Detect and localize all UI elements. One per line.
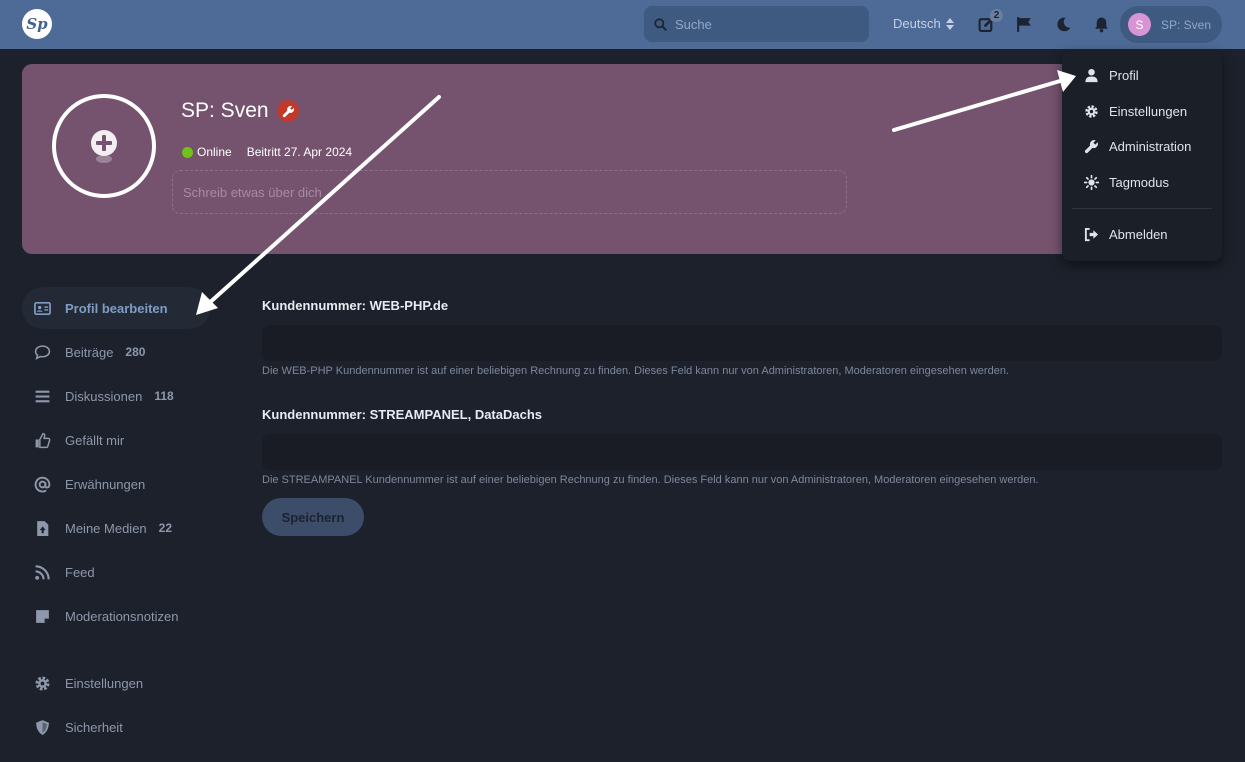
menu-item-logout[interactable]: Abmelden xyxy=(1084,227,1168,242)
at-icon xyxy=(34,476,51,492)
menu-item-profile[interactable]: Profil xyxy=(1084,68,1139,83)
avatar: S xyxy=(1128,13,1151,36)
sidebar-item-count: 280 xyxy=(125,345,146,359)
user-dropdown-menu: Profil Einstellungen Administration Tagm… xyxy=(1062,51,1222,261)
sidebar-item-label: Gefällt mir xyxy=(65,432,125,448)
menu-item-label: Profil xyxy=(1109,68,1139,83)
sidebar-item-posts[interactable]: Beiträge 280 xyxy=(22,331,210,373)
sidebar-item-label: Erwähnungen xyxy=(65,476,146,492)
save-button[interactable]: Speichern xyxy=(262,498,364,536)
sidebar-item-label: Diskussionen xyxy=(65,388,143,404)
moon-icon xyxy=(1056,16,1070,31)
notifications-button[interactable] xyxy=(1091,14,1111,34)
menu-item-label: Administration xyxy=(1109,139,1192,154)
theme-toggle-button[interactable] xyxy=(1053,14,1073,34)
top-header: Sp Suche Deutsch 2 S SP: Sven xyxy=(0,0,1245,49)
file-upload-icon xyxy=(37,520,49,536)
sidebar-item-moderation-notes[interactable]: Moderationsnotizen xyxy=(22,595,210,637)
user-menu-button[interactable]: S SP: Sven xyxy=(1120,6,1222,43)
field-label-streampanel: Kundennummer: STREAMPANEL, DataDachs xyxy=(262,407,543,422)
gear-icon xyxy=(35,675,50,691)
thumbs-up-icon xyxy=(35,432,51,448)
search-input[interactable]: Suche xyxy=(644,6,869,42)
shield-icon xyxy=(36,719,49,735)
logout-icon xyxy=(1084,227,1099,242)
field-help-streampanel: Die STREAMPANEL Kundennummer ist auf ein… xyxy=(262,474,1039,486)
menu-item-administration[interactable]: Administration xyxy=(1084,139,1191,154)
sidebar-item-label: Sicherheit xyxy=(65,719,123,735)
sun-icon xyxy=(1084,175,1099,190)
sidebar-item-settings[interactable]: Einstellungen xyxy=(22,662,210,704)
sidebar-item-feed[interactable]: Feed xyxy=(22,551,210,593)
search-icon xyxy=(654,17,667,31)
menu-item-settings[interactable]: Einstellungen xyxy=(1084,104,1187,119)
flag-icon xyxy=(1016,16,1031,32)
online-dot xyxy=(182,146,193,158)
profile-name: SP: Sven xyxy=(181,99,269,122)
comment-icon xyxy=(34,344,51,360)
upload-avatar-icon xyxy=(91,130,117,163)
sidebar-item-count: 22 xyxy=(158,521,173,535)
language-label: Deutsch xyxy=(893,16,941,31)
sidebar-item-count: 118 xyxy=(154,389,174,403)
profile-avatar-upload[interactable] xyxy=(52,94,156,198)
sidebar-item-label: Moderationsnotizen xyxy=(65,608,179,624)
bio-placeholder: Schreib etwas über dich xyxy=(183,184,322,200)
field-label-webphp: Kundennummer: WEB-PHP.de xyxy=(262,298,449,313)
user-icon xyxy=(1085,68,1098,83)
site-logo[interactable]: Sp xyxy=(22,9,52,39)
wrench-icon xyxy=(1084,140,1098,154)
wrench-icon xyxy=(282,105,294,117)
joined-date: Beitritt 27. Apr 2024 xyxy=(246,145,353,159)
menu-item-label: Tagmodus xyxy=(1109,175,1169,190)
customer-number-streampanel-input[interactable] xyxy=(262,434,1222,470)
online-status: Online xyxy=(197,145,232,159)
sidebar-item-edit-profile[interactable]: Profil bearbeiten xyxy=(22,287,210,329)
flags-button[interactable] xyxy=(1014,14,1034,34)
gear-icon xyxy=(1085,105,1098,118)
list-icon xyxy=(35,390,50,402)
admin-badge xyxy=(277,100,299,122)
customer-number-webphp-input[interactable] xyxy=(262,325,1222,361)
bell-icon xyxy=(1094,17,1108,32)
sidebar-item-label: Meine Medien xyxy=(65,520,147,536)
sidebar-item-discussions[interactable]: Diskussionen 118 xyxy=(22,375,210,417)
sidebar-item-security[interactable]: Sicherheit xyxy=(22,706,210,748)
sidebar-item-label: Profil bearbeiten xyxy=(65,300,168,316)
profile-hero: SP: Sven Online Beitritt 27. Apr 2024 Sc… xyxy=(22,64,1222,254)
id-card-icon xyxy=(34,301,51,315)
language-select[interactable]: Deutsch xyxy=(893,16,954,31)
field-help-webphp: Die WEB-PHP Kundennummer ist auf einer b… xyxy=(262,365,1010,377)
sidebar-item-my-media[interactable]: Meine Medien 22 xyxy=(22,507,210,549)
menu-divider xyxy=(1072,208,1212,209)
menu-item-label: Abmelden xyxy=(1109,227,1168,242)
sidebar-item-likes[interactable]: Gefällt mir xyxy=(22,419,210,461)
menu-item-day-mode[interactable]: Tagmodus xyxy=(1084,175,1169,190)
sidebar-item-label: Feed xyxy=(65,564,95,580)
drafts-count-badge: 2 xyxy=(989,8,1004,23)
sort-icon xyxy=(945,17,954,30)
sticky-note-icon xyxy=(36,609,49,623)
status-row: Online Beitritt 27. Apr 2024 xyxy=(182,145,352,159)
menu-item-label: Einstellungen xyxy=(1109,104,1188,119)
rss-icon xyxy=(35,564,50,580)
search-placeholder: Suche xyxy=(675,16,712,32)
bio-field[interactable]: Schreib etwas über dich xyxy=(172,170,847,214)
sidebar-item-label: Einstellungen xyxy=(65,675,144,691)
sidebar-item-label: Beiträge xyxy=(65,344,114,360)
sidebar-item-mentions[interactable]: Erwähnungen xyxy=(22,463,210,505)
user-name: SP: Sven xyxy=(1161,17,1212,32)
